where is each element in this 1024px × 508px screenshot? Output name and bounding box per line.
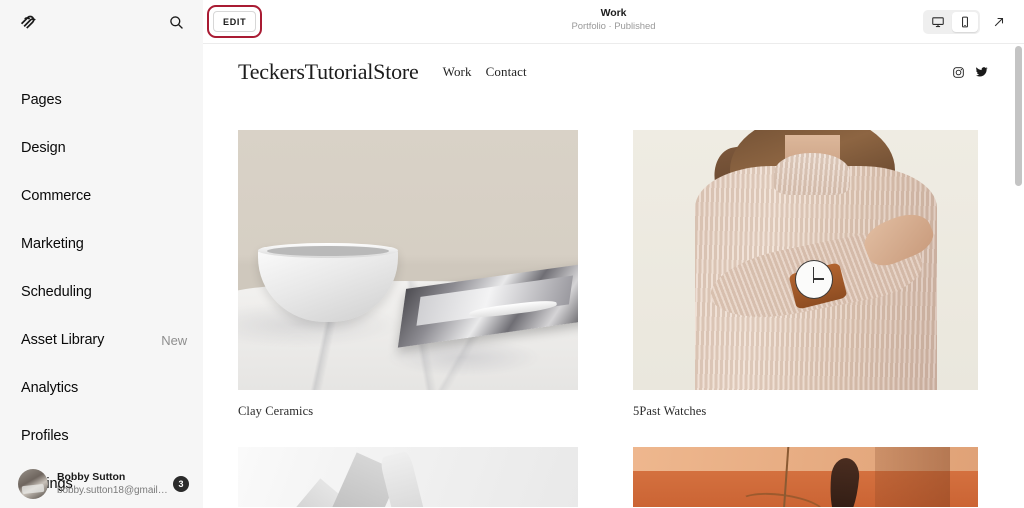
project-thumbnail[interactable]: [633, 130, 978, 390]
mobile-icon[interactable]: [952, 11, 978, 32]
sidebar-item-label: Analytics: [21, 380, 79, 396]
twitter-icon[interactable]: [975, 65, 989, 79]
sidebar-item-profiles[interactable]: Profiles: [21, 424, 203, 448]
site-nav: Work Contact: [443, 64, 527, 80]
account-email: bobby.sutton18@gmail.com: [57, 485, 169, 496]
page-meta: Work Portfolio · Published: [203, 7, 1024, 33]
sidebar-item-pages[interactable]: Pages: [21, 88, 203, 112]
project-caption: 5Past Watches: [633, 404, 707, 418]
sidebar-item-label: Profiles: [21, 428, 69, 444]
preview-toolbar: EDIT Work Portfolio · Published: [203, 0, 1024, 44]
project-thumbnail[interactable]: [238, 447, 578, 507]
main-panel: EDIT Work Portfolio · Published TeckersT…: [203, 0, 1024, 508]
instagram-icon[interactable]: [952, 66, 965, 79]
sidebar-header: [0, 0, 203, 44]
project-grid: Clay Ceramics 5Past Watches: [203, 130, 1024, 419]
avatar: [18, 469, 48, 499]
external-link-icon[interactable]: [986, 10, 1012, 34]
sidebar-item-scheduling[interactable]: Scheduling: [21, 280, 203, 304]
sidebar-item-label: Marketing: [21, 236, 84, 252]
sidebar-item-marketing[interactable]: Marketing: [21, 232, 203, 256]
scrollbar-thumb[interactable]: [1015, 46, 1022, 186]
social-links: [952, 65, 989, 79]
sidebar-item-label: Asset Library: [21, 332, 105, 348]
project-card-clay-ceramics[interactable]: Clay Ceramics: [238, 130, 578, 419]
preview-scrollbar[interactable]: [1015, 46, 1022, 504]
sidebar-nav: Pages Design Commerce Marketing Scheduli…: [0, 88, 203, 508]
page-status: Portfolio · Published: [571, 21, 656, 32]
search-icon[interactable]: [165, 11, 187, 33]
project-card-partial-left[interactable]: [238, 447, 578, 507]
project-thumbnail[interactable]: [633, 447, 978, 507]
site-nav-contact[interactable]: Contact: [486, 64, 527, 80]
site-header: TeckersTutorialStore Work Contact: [203, 44, 1024, 100]
sidebar: Pages Design Commerce Marketing Scheduli…: [0, 0, 203, 508]
account-name: Bobby Sutton: [57, 471, 126, 483]
sidebar-item-label: Scheduling: [21, 284, 92, 300]
sidebar-item-design[interactable]: Design: [21, 136, 203, 160]
site-nav-work[interactable]: Work: [443, 64, 472, 80]
terracotta-wall-with-plant-image: [633, 447, 978, 507]
project-grid-next-row: [203, 447, 1024, 507]
view-toggle-group: [923, 9, 1012, 34]
squarespace-admin-window: Pages Design Commerce Marketing Scheduli…: [0, 0, 1024, 508]
page-title: Work: [600, 7, 627, 19]
project-card-5past-watches[interactable]: 5Past Watches: [633, 130, 978, 419]
site-preview[interactable]: TeckersTutorialStore Work Contact Clay C…: [203, 44, 1024, 508]
new-badge: New: [161, 332, 187, 348]
edit-button-wrapper: EDIT: [207, 5, 263, 38]
white-abstract-objects-image: [238, 447, 578, 507]
sidebar-item-label: Pages: [21, 92, 62, 108]
account-row[interactable]: Bobby Sutton bobby.sutton18@gmail.com 3: [0, 460, 203, 508]
sidebar-item-asset-library[interactable]: Asset Library New: [21, 328, 203, 352]
sidebar-item-label: Design: [21, 140, 66, 156]
project-caption: Clay Ceramics: [238, 404, 314, 418]
desktop-icon[interactable]: [925, 12, 951, 32]
account-meta: Bobby Sutton bobby.sutton18@gmail.com: [57, 471, 169, 497]
project-card-partial-right[interactable]: [633, 447, 978, 507]
site-logo[interactable]: TeckersTutorialStore: [238, 59, 419, 85]
sidebar-item-analytics[interactable]: Analytics: [21, 376, 203, 400]
notification-badge[interactable]: 3: [173, 476, 189, 492]
sidebar-item-label: Commerce: [21, 188, 92, 204]
edit-button[interactable]: EDIT: [213, 11, 257, 32]
project-thumbnail[interactable]: [238, 130, 578, 390]
woman-wearing-watch-image: [633, 130, 978, 390]
ceramic-bowl-on-marble-image: [238, 130, 578, 390]
device-segmented-control: [923, 9, 980, 34]
sidebar-item-commerce[interactable]: Commerce: [21, 184, 203, 208]
squarespace-logo-icon[interactable]: [17, 9, 43, 35]
